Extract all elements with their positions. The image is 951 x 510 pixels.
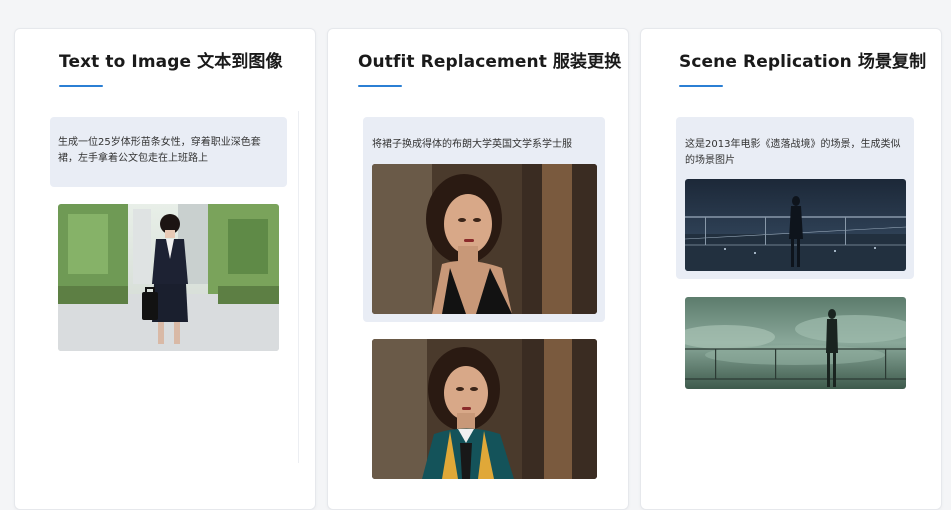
source-image-portrait[interactable] [372, 164, 597, 314]
title-underline [59, 85, 103, 87]
prompt-text: 将裙子换成得体的布朗大学英国文学系学士服 [372, 139, 572, 150]
generated-image-graduation-gown[interactable] [372, 339, 597, 479]
prompt-box: 这是2013年电影《遗落战境》的场景，生成类似的场景图片 [676, 117, 914, 279]
generated-image-cloud-scene[interactable] [685, 297, 906, 389]
prompt-text: 这是2013年电影《遗落战境》的场景，生成类似的场景图片 [685, 139, 901, 166]
title-underline [679, 85, 723, 87]
prompt-box: 生成一位25岁体形苗条女性，穿着职业深色套裙，左手拿着公文包走在上班路上 [50, 117, 287, 187]
card-scene-replication: Scene Replication 场景复制 这是2013年电影《遗落战境》的场景… [640, 28, 942, 510]
card-outfit-replacement: Outfit Replacement 服装更换 将裙子换成得体的布朗大学英国文学系… [327, 28, 629, 510]
divider [298, 111, 299, 463]
card-title: Outfit Replacement 服装更换 [358, 47, 621, 72]
card-title-zh: 服装更换 [552, 52, 622, 72]
source-image-movie-scene[interactable] [685, 179, 906, 271]
title-underline [358, 85, 402, 87]
prompt-text: 生成一位25岁体形苗条女性，穿着职业深色套裙，左手拿着公文包走在上班路上 [58, 137, 261, 164]
generated-image-businesswoman[interactable] [58, 204, 279, 351]
card-title-en: Scene Replication [679, 52, 852, 72]
card-text-to-image: Text to Image 文本到图像 生成一位25岁体形苗条女性，穿着职业深色套… [14, 28, 316, 510]
prompt-box: 将裙子换成得体的布朗大学英国文学系学士服 [363, 117, 605, 322]
card-title-zh: 文本到图像 [197, 52, 283, 72]
card-title: Scene Replication 场景复制 [679, 47, 926, 72]
card-title-en: Outfit Replacement [358, 52, 547, 72]
card-title-en: Text to Image [59, 52, 192, 72]
card-title: Text to Image 文本到图像 [59, 47, 283, 72]
card-title-zh: 场景复制 [857, 52, 927, 72]
